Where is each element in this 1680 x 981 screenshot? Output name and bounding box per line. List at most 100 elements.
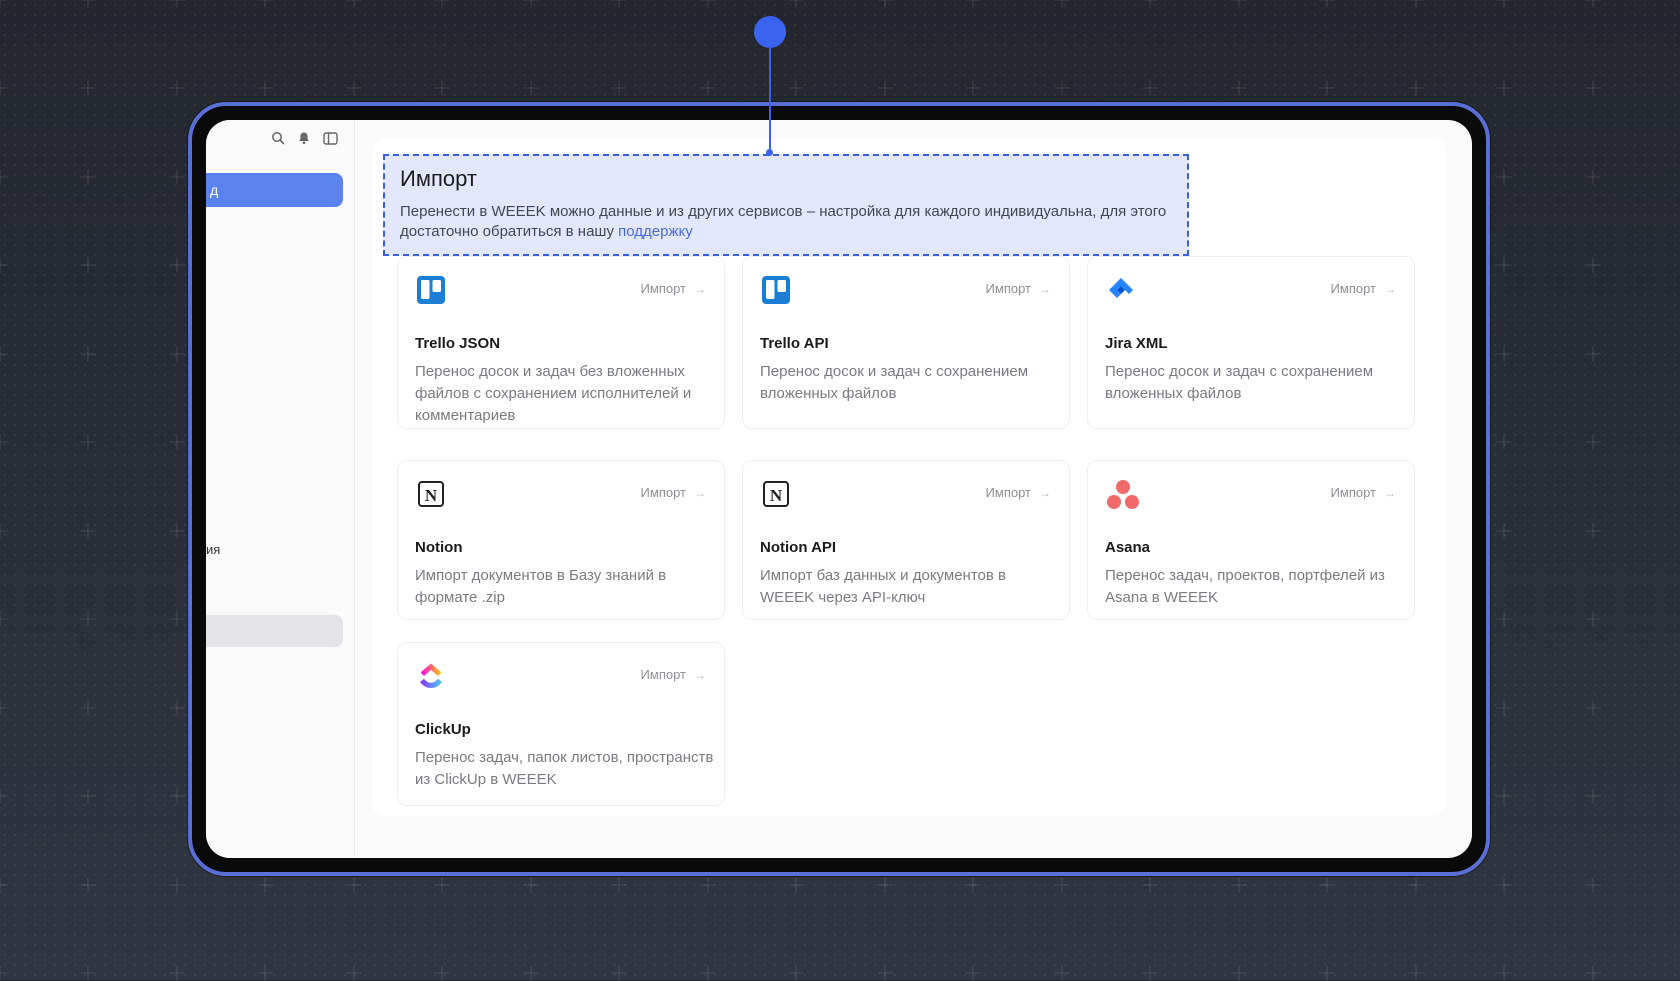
- import-button[interactable]: Импорт →: [641, 281, 706, 296]
- jira-icon: [1106, 275, 1136, 305]
- page-description-text: Перенести в WEEEK можно данные и из друг…: [400, 203, 1167, 240]
- grid-plus-marker: [80, 788, 96, 804]
- annotation-pin: [754, 16, 786, 48]
- page-title: Импорт: [400, 166, 477, 191]
- app-screen: д ия Импорт Перенести в WEEEK можно данн…: [206, 120, 1472, 858]
- grid-plus-marker: [346, 965, 362, 981]
- grid-plus-marker: [0, 700, 8, 716]
- arrow-right-icon: →: [1039, 281, 1051, 296]
- card-description: Перенос задач, проектов, портфелей из As…: [1105, 567, 1385, 606]
- grid-plus-marker: [80, 0, 96, 8]
- import-card-trello-json[interactable]: Импорт → Trello JSON Перенос досок и зада…: [397, 256, 725, 429]
- import-button[interactable]: Импорт →: [641, 485, 706, 500]
- grid-plus-marker: [788, 80, 804, 96]
- grid-plus-marker: [1319, 877, 1335, 893]
- import-card-clickup[interactable]: Импорт → ClickUp Перенос задач, папок лис…: [397, 642, 725, 806]
- card-description: Импорт документов в Базу знаний в формат…: [415, 567, 667, 606]
- grid-plus-marker: [0, 523, 8, 539]
- import-card-trello-api[interactable]: Импорт → Trello API Перенос досок и задач…: [742, 256, 1070, 429]
- import-button[interactable]: Импорт →: [986, 485, 1051, 500]
- card-title: ClickUp: [415, 721, 471, 738]
- arrow-right-icon: →: [1039, 485, 1051, 500]
- grid-plus-marker: [0, 80, 8, 96]
- bell-icon[interactable]: [296, 130, 312, 146]
- grid-plus-marker: [965, 877, 981, 893]
- import-button[interactable]: Импорт →: [641, 667, 706, 682]
- grid-plus-marker: [169, 80, 185, 96]
- grid-plus-marker: [80, 877, 96, 893]
- grid-plus-marker: [1585, 346, 1601, 362]
- grid-plus-marker: [1585, 700, 1601, 716]
- grid-plus-marker: [1585, 257, 1601, 273]
- grid-plus-marker: [1408, 80, 1424, 96]
- import-card-notion-api[interactable]: N Импорт → Notion API Импорт баз данных и…: [742, 460, 1070, 620]
- sidebar-item-active[interactable]: д: [206, 173, 343, 207]
- grid-plus-marker: [0, 965, 8, 981]
- sidebar-item-selected[interactable]: [206, 615, 343, 647]
- search-icon[interactable]: [270, 130, 286, 146]
- grid-plus-marker: [1319, 965, 1335, 981]
- grid-plus-marker: [169, 169, 185, 185]
- import-button[interactable]: Импорт →: [1331, 485, 1396, 500]
- grid-plus-marker: [1585, 169, 1601, 185]
- grid-plus-marker: [1496, 611, 1512, 627]
- grid-plus-marker: [788, 0, 804, 8]
- grid-plus-marker: [169, 0, 185, 8]
- grid-plus-marker: [1496, 877, 1512, 893]
- grid-plus-marker: [1142, 0, 1158, 8]
- grid-plus-marker: [1496, 965, 1512, 981]
- grid-plus-marker: [877, 877, 893, 893]
- grid-plus-marker: [1585, 523, 1601, 539]
- grid-plus-marker: [700, 0, 716, 8]
- tablet-frame: д ия Импорт Перенести в WEEEK можно данн…: [188, 102, 1490, 876]
- grid-plus-marker: [257, 877, 273, 893]
- grid-plus-marker: [1585, 80, 1601, 96]
- grid-plus-marker: [169, 965, 185, 981]
- grid-plus-marker: [169, 611, 185, 627]
- grid-plus-marker: [169, 700, 185, 716]
- grid-plus-marker: [700, 877, 716, 893]
- sidebar-item-label[interactable]: ия: [206, 542, 220, 557]
- import-button[interactable]: Импорт →: [986, 281, 1051, 296]
- card-description: Перенос задач, папок листов, пространств…: [415, 749, 714, 788]
- grid-plus-marker: [80, 257, 96, 273]
- grid-plus-marker: [1585, 434, 1601, 450]
- grid-plus-marker: [1496, 257, 1512, 273]
- annotation-anchor: [766, 149, 773, 156]
- arrow-right-icon: →: [694, 281, 706, 296]
- grid-plus-marker: [1408, 965, 1424, 981]
- import-card-notion[interactable]: N Импорт → Notion Импорт документов в Баз…: [397, 460, 725, 620]
- grid-plus-marker: [1231, 965, 1247, 981]
- grid-plus-marker: [80, 434, 96, 450]
- grid-plus-marker: [1585, 877, 1601, 893]
- grid-plus-marker: [80, 169, 96, 185]
- grid-plus-marker: [700, 80, 716, 96]
- asana-icon: [1106, 479, 1139, 509]
- import-card-asana[interactable]: Импорт → Asana Перенос задач, проектов, п…: [1087, 460, 1415, 620]
- grid-plus-marker: [965, 80, 981, 96]
- import-card-jira-xml[interactable]: Импорт → Jira XML Перенос досок и задач с…: [1087, 256, 1415, 429]
- grid-plus-marker: [257, 0, 273, 8]
- grid-plus-marker: [80, 965, 96, 981]
- grid-plus-marker: [1408, 0, 1424, 8]
- card-title: Trello JSON: [415, 335, 501, 352]
- notion-icon: N: [761, 479, 791, 509]
- support-link[interactable]: поддержку: [618, 223, 693, 240]
- grid-plus-marker: [1585, 965, 1601, 981]
- grid-plus-marker: [1585, 788, 1601, 804]
- grid-plus-marker: [965, 0, 981, 8]
- card-title: Jira XML: [1105, 335, 1168, 352]
- grid-plus-marker: [1496, 523, 1512, 539]
- grid-plus-marker: [1496, 788, 1512, 804]
- grid-plus-marker: [80, 523, 96, 539]
- sidebar-toggle-icon[interactable]: [322, 130, 338, 146]
- grid-plus-marker: [611, 965, 627, 981]
- card-title: Trello API: [760, 335, 829, 352]
- import-button[interactable]: Импорт →: [1331, 281, 1396, 296]
- grid-plus-marker: [965, 965, 981, 981]
- grid-plus-marker: [1496, 80, 1512, 96]
- trello-icon: [416, 275, 446, 305]
- grid-plus-marker: [80, 700, 96, 716]
- grid-plus-marker: [169, 523, 185, 539]
- grid-plus-marker: [0, 346, 8, 362]
